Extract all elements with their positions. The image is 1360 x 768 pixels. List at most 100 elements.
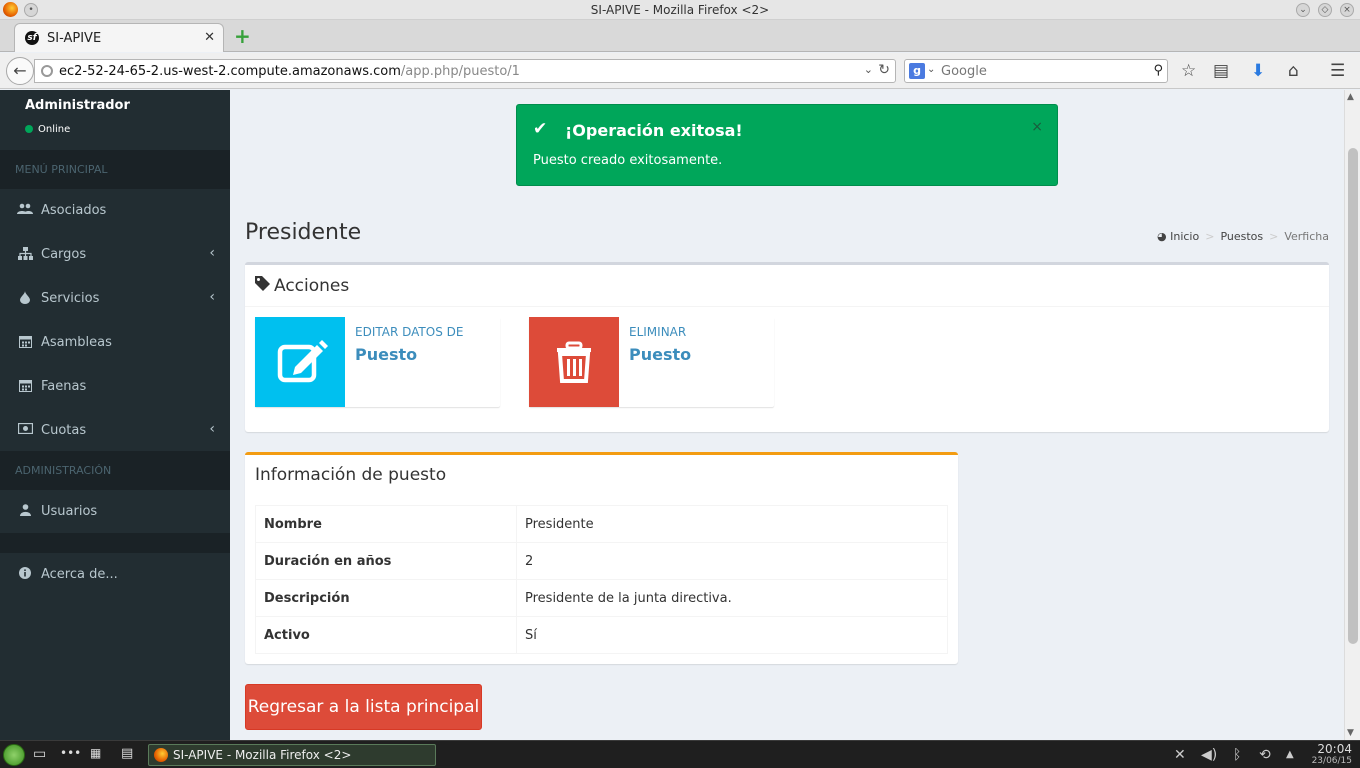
network-icon[interactable]: ✕	[1174, 747, 1186, 763]
firefox-logo-icon	[154, 748, 168, 762]
user-status: Online	[25, 124, 70, 135]
clock[interactable]: 20:04 23/06/15	[1312, 742, 1352, 766]
edit-action-text: EDITAR DATOS DE	[355, 325, 464, 339]
minimize-icon[interactable]: ⌄	[1296, 3, 1310, 17]
breadcrumb-item-current: Verficha	[1284, 230, 1329, 243]
search-engine-chevron-icon[interactable]: ⌄	[927, 64, 935, 75]
window-titlebar: • SI-APIVE - Mozilla Firefox <2> ⌄ ◇ ×	[0, 0, 1360, 20]
edit-puesto-action[interactable]: EDITAR DATOS DE Puesto	[255, 317, 500, 407]
table-key: Nombre	[255, 505, 517, 543]
breadcrumb-item-puestos[interactable]: Puestos	[1220, 230, 1263, 243]
sidebar-item-label: Acerca de...	[41, 567, 118, 582]
url-host: ec2-52-24-65-2.us-west-2.compute.amazona…	[59, 64, 401, 79]
success-alert: ✔ ¡Operación exitosa! Puesto creado exit…	[516, 104, 1058, 186]
volume-icon[interactable]: ◀)	[1201, 747, 1217, 763]
sidebar-item-asambleas[interactable]: Asambleas	[0, 321, 230, 365]
url-history-chevron-icon[interactable]: ⌄	[864, 63, 873, 76]
sidebar-item-label: Usuarios	[41, 504, 98, 519]
url-text[interactable]: ec2-52-24-65-2.us-west-2.compute.amazona…	[59, 64, 520, 79]
reload-icon[interactable]: ↻	[878, 62, 890, 78]
trash-icon	[557, 341, 591, 383]
clock-time: 20:04	[1317, 742, 1352, 756]
sidebar-item-servicios[interactable]: Servicios ‹	[0, 277, 230, 321]
desktop-icon[interactable]: ▭	[33, 746, 46, 762]
browser-tab[interactable]: sf SI-APIVE ✕	[14, 23, 224, 52]
delete-puesto-action[interactable]: ELIMINAR Puesto	[529, 317, 774, 407]
bookmark-star-icon[interactable]: ☆	[1181, 61, 1196, 81]
sidebar-item-asociados[interactable]: Asociados	[0, 189, 230, 233]
more-apps-icon[interactable]: •••	[60, 746, 81, 760]
breadcrumb: ◕ Inicio > Puestos > Verficha	[1157, 230, 1329, 243]
file-manager-icon[interactable]: ▤	[121, 746, 133, 761]
check-icon: ✔	[533, 119, 548, 139]
sync-icon[interactable]: ⟲	[1259, 747, 1271, 763]
menu-hamburger-icon[interactable]: ☰	[1330, 61, 1345, 81]
back-to-list-button[interactable]: Regresar a la lista principal	[245, 684, 482, 730]
reading-list-icon[interactable]: ▤	[1213, 61, 1229, 81]
taskbar-item-label: SI-APIVE - Mozilla Firefox <2>	[173, 748, 352, 762]
alert-close-icon[interactable]: ×	[1031, 119, 1043, 135]
workspace-switcher-icon[interactable]: ▦	[90, 746, 101, 760]
breadcrumb-item-inicio[interactable]: Inicio	[1170, 230, 1199, 243]
navigation-bar: ec2-52-24-65-2.us-west-2.compute.amazona…	[0, 53, 1360, 89]
sidebar-item-label: Faenas	[41, 379, 87, 394]
table-row: Duración en años 2	[255, 542, 948, 580]
url-bar[interactable]: ec2-52-24-65-2.us-west-2.compute.amazona…	[34, 59, 896, 83]
info-icon	[17, 567, 33, 583]
sidebar-item-label: Asociados	[41, 203, 107, 218]
user-status-label: Online	[38, 124, 71, 135]
menu-header-admin: ADMINISTRACIÓN	[0, 451, 230, 490]
clock-date: 23/06/15	[1311, 756, 1352, 766]
new-tab-icon[interactable]: +	[234, 26, 251, 46]
maximize-icon[interactable]: ◇	[1318, 3, 1332, 17]
sidebar-item-cuotas[interactable]: Cuotas ‹	[0, 409, 230, 453]
sidebar-item-faenas[interactable]: Faenas	[0, 365, 230, 409]
search-input[interactable]	[941, 62, 1141, 80]
sidebar-item-label: Servicios	[41, 291, 100, 306]
online-dot-icon	[25, 125, 33, 133]
binoculars-icon[interactable]: ⚲	[1153, 63, 1163, 78]
table-row: Nombre Presidente	[255, 505, 948, 543]
page-viewport: Administrador Online MENÚ PRINCIPAL Asoc…	[0, 90, 1344, 740]
home-icon[interactable]: ⌂	[1288, 61, 1299, 81]
google-search-engine-icon[interactable]: g	[909, 63, 925, 79]
sidebar-item-cargos[interactable]: Cargos ‹	[0, 233, 230, 277]
breadcrumb-separator: >	[1269, 230, 1279, 243]
users-icon	[17, 203, 33, 219]
user-panel: Administrador Online	[0, 90, 230, 150]
edit-action-target: Puesto	[355, 345, 418, 364]
tray-expand-icon[interactable]: ▲	[1286, 749, 1294, 760]
table-row: Descripción Presidente de la junta direct…	[255, 579, 948, 617]
chevron-left-icon: ‹	[209, 421, 215, 437]
sidebar-item-label: Cargos	[41, 247, 87, 262]
table-row: Activo Sí	[255, 616, 948, 654]
bluetooth-icon[interactable]: ᛒ	[1233, 747, 1241, 763]
close-tab-icon[interactable]: ✕	[204, 30, 215, 45]
table-value: Sí	[516, 616, 948, 654]
dashboard-icon: ◕	[1157, 230, 1167, 243]
taskbar: ▭ ••• ▦ ▤ SI-APIVE - Mozilla Firefox <2>…	[0, 740, 1360, 768]
user-name: Administrador	[25, 98, 130, 113]
symfony-favicon-icon: sf	[25, 31, 39, 45]
close-window-icon[interactable]: ×	[1340, 3, 1354, 17]
trash-icon-box	[529, 317, 619, 407]
globe-icon	[41, 65, 53, 77]
sidebar-divider	[0, 533, 230, 553]
back-button[interactable]: ←	[6, 57, 34, 85]
alert-title: ¡Operación exitosa!	[565, 121, 743, 140]
start-menu-icon[interactable]	[3, 744, 25, 766]
scroll-up-icon[interactable]: ▲	[1347, 92, 1354, 102]
scrollbar-thumb[interactable]	[1348, 148, 1358, 644]
back-arrow-icon: ←	[13, 61, 27, 80]
sidebar-item-acerca[interactable]: Acerca de...	[0, 553, 230, 597]
scroll-down-icon[interactable]: ▼	[1347, 728, 1354, 738]
info-table: Nombre Presidente Duración en años 2 Descr…	[255, 505, 948, 654]
downloads-icon[interactable]: ⬇	[1251, 61, 1265, 81]
breadcrumb-separator: >	[1205, 230, 1215, 243]
tab-strip: sf SI-APIVE ✕ +	[0, 20, 1360, 52]
search-bar[interactable]: g ⌄ ⚲	[904, 59, 1168, 83]
vertical-scrollbar[interactable]: ▲ ▼	[1344, 90, 1360, 740]
url-path: /app.php/puesto/1	[400, 64, 520, 79]
taskbar-item-firefox[interactable]: SI-APIVE - Mozilla Firefox <2>	[148, 744, 436, 766]
sidebar-item-usuarios[interactable]: Usuarios	[0, 490, 230, 534]
